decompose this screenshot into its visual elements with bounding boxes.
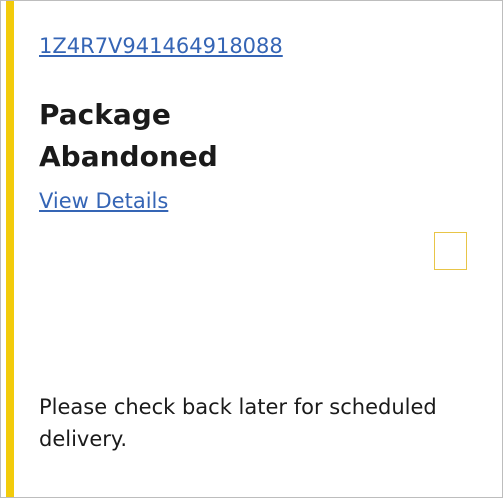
- tracking-number-link[interactable]: 1Z4R7V941464918088: [39, 34, 283, 58]
- tracking-card: 1Z4R7V941464918088 Package Abandoned Vie…: [0, 0, 503, 498]
- status-accent-bar: [6, 1, 14, 497]
- delivery-message: Please check back later for scheduled de…: [39, 395, 437, 451]
- select-checkbox[interactable]: [434, 232, 467, 270]
- view-details-link[interactable]: View Details: [39, 189, 168, 213]
- package-status-title: Package Abandoned: [39, 98, 218, 173]
